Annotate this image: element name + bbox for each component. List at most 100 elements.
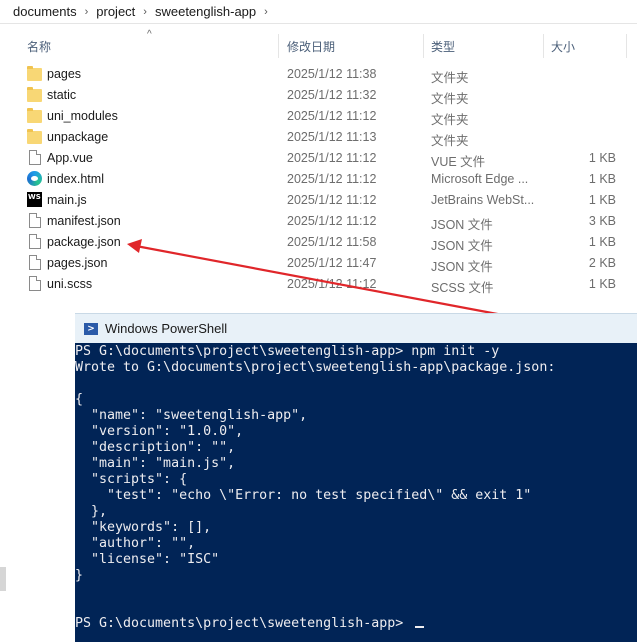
file-size: 1 KB <box>588 277 616 291</box>
breadcrumb-item-project[interactable]: project <box>96 4 135 19</box>
text-cursor <box>415 626 425 628</box>
column-divider[interactable] <box>278 34 279 58</box>
edge-icon <box>27 171 43 187</box>
console-line-text: "main": "main.js", <box>75 456 236 471</box>
folder-icon <box>27 87 43 103</box>
file-name: index.html <box>47 172 104 186</box>
console-line: "test": "echo \"Error: no test specified… <box>75 488 531 504</box>
list-item[interactable]: unpackage 2025/1/12 11:13 文件夹 <box>0 127 637 148</box>
console-line-text: "license": "ISC" <box>75 552 220 567</box>
file-size: 1 KB <box>588 172 616 186</box>
list-item[interactable]: package.json 2025/1/12 11:58 JSON 文件 1 KB <box>0 232 637 253</box>
console-line-text: "test": "echo \"Error: no test specified… <box>75 488 532 503</box>
column-divider[interactable] <box>626 34 627 58</box>
file-name: static <box>47 88 77 102</box>
file-type: SCSS 文件 <box>431 281 494 295</box>
list-item[interactable]: WS main.js 2025/1/12 11:12 JetBrains WebSt.… <box>0 190 637 211</box>
breadcrumb-item-documents[interactable]: documents <box>13 4 77 19</box>
file-icon <box>27 234 43 250</box>
console-line: Wrote to G:\documents\project\sweetengli… <box>75 360 555 376</box>
file-size: 1 KB <box>588 235 616 249</box>
file-type: Microsoft Edge ... <box>431 172 529 186</box>
console-line: "license": "ISC" <box>75 552 219 568</box>
file-date: 2025/1/12 11:12 <box>287 277 377 291</box>
file-name: manifest.json <box>47 214 121 228</box>
file-type: JSON 文件 <box>431 260 493 274</box>
list-item[interactable]: index.html 2025/1/12 11:12 Microsoft Edge … <box>0 169 637 190</box>
sort-ascending-icon: ^ <box>147 29 152 40</box>
file-name: uni.scss <box>47 277 93 291</box>
column-header-date[interactable]: 修改日期 <box>287 38 335 55</box>
file-icon <box>27 276 43 292</box>
console-line: "name": "sweetenglish-app", <box>75 408 307 424</box>
folder-icon <box>27 66 43 82</box>
powershell-window-title: Windows PowerShell <box>105 321 228 336</box>
file-type: JSON 文件 <box>431 239 493 253</box>
file-type: 文件夹 <box>431 71 469 85</box>
list-item[interactable]: static 2025/1/12 11:32 文件夹 <box>0 85 637 106</box>
powershell-icon: > <box>84 322 98 335</box>
console-line: "scripts": { <box>75 472 187 488</box>
console-line-text: "version": "1.0.0", <box>75 424 244 439</box>
list-item[interactable]: pages 2025/1/12 11:38 文件夹 <box>0 64 637 85</box>
console-line-text: "description": "", <box>75 440 236 455</box>
console-line: { <box>75 392 83 408</box>
file-name: main.js <box>47 193 87 207</box>
file-type: 文件夹 <box>431 113 469 127</box>
console-line: "version": "1.0.0", <box>75 424 243 440</box>
console-line-text: { <box>75 392 84 407</box>
file-date: 2025/1/12 11:13 <box>287 130 377 144</box>
file-date: 2025/1/12 11:47 <box>287 256 377 270</box>
chevron-right-icon[interactable]: › <box>85 6 89 18</box>
file-type: VUE 文件 <box>431 155 486 169</box>
chevron-right-icon[interactable]: › <box>264 6 268 18</box>
column-header-name[interactable]: 名称 <box>27 38 51 55</box>
folder-icon <box>27 129 43 145</box>
file-icon <box>27 150 43 166</box>
console-line-text: PS G:\documents\project\sweetenglish-app… <box>75 344 500 359</box>
file-date: 2025/1/12 11:12 <box>287 151 377 165</box>
column-header-size[interactable]: 大小 <box>551 38 575 55</box>
console-line: "author": "", <box>75 536 195 552</box>
console-line: PS G:\documents\project\sweetenglish-app… <box>75 616 425 632</box>
file-type: 文件夹 <box>431 92 469 106</box>
file-name: uni_modules <box>47 109 118 123</box>
scrollbar-track[interactable] <box>0 567 6 591</box>
console-line: "keywords": [], <box>75 520 211 536</box>
console-line: "main": "main.js", <box>75 456 235 472</box>
column-divider[interactable] <box>423 34 424 58</box>
column-header-type[interactable]: 类型 <box>431 38 455 55</box>
file-size: 3 KB <box>588 214 616 228</box>
list-item[interactable]: pages.json 2025/1/12 11:47 JSON 文件 2 KB <box>0 253 637 274</box>
file-date: 2025/1/12 11:12 <box>287 109 377 123</box>
file-name: pages <box>47 67 82 81</box>
webstorm-icon: WS <box>27 192 43 208</box>
file-size: 2 KB <box>588 256 616 270</box>
console-line-text: "keywords": [], <box>75 520 212 535</box>
file-name: App.vue <box>47 151 93 165</box>
console-line: } <box>75 568 83 584</box>
file-name: pages.json <box>47 256 108 270</box>
file-name: package.json <box>47 235 121 249</box>
list-item[interactable]: manifest.json 2025/1/12 11:12 JSON 文件 3 KB <box>0 211 637 232</box>
file-date: 2025/1/12 11:32 <box>287 88 377 102</box>
list-item[interactable]: uni.scss 2025/1/12 11:12 SCSS 文件 1 KB <box>0 274 637 295</box>
column-divider[interactable] <box>543 34 544 58</box>
console-line-text: "author": "", <box>75 536 196 551</box>
powershell-console[interactable]: PS G:\documents\project\sweetenglish-app… <box>75 343 637 642</box>
breadcrumb-item-sweetenglish-app[interactable]: sweetenglish-app <box>155 4 256 19</box>
file-icon <box>27 213 43 229</box>
list-item[interactable]: App.vue 2025/1/12 11:12 VUE 文件 1 KB <box>0 148 637 169</box>
chevron-right-icon[interactable]: › <box>143 6 147 18</box>
file-date: 2025/1/12 11:12 <box>287 214 377 228</box>
file-type: 文件夹 <box>431 134 469 148</box>
file-date: 2025/1/12 11:12 <box>287 172 377 186</box>
console-line: PS G:\documents\project\sweetenglish-app… <box>75 344 499 360</box>
powershell-titlebar[interactable]: > Windows PowerShell <box>75 313 637 343</box>
folder-icon <box>27 108 43 124</box>
file-size: 1 KB <box>588 193 616 207</box>
breadcrumb: documents › project › sweetenglish-app › <box>0 0 637 24</box>
list-item[interactable]: uni_modules 2025/1/12 11:12 文件夹 <box>0 106 637 127</box>
console-line-text: "name": "sweetenglish-app", <box>75 408 308 423</box>
console-line: }, <box>75 504 107 520</box>
